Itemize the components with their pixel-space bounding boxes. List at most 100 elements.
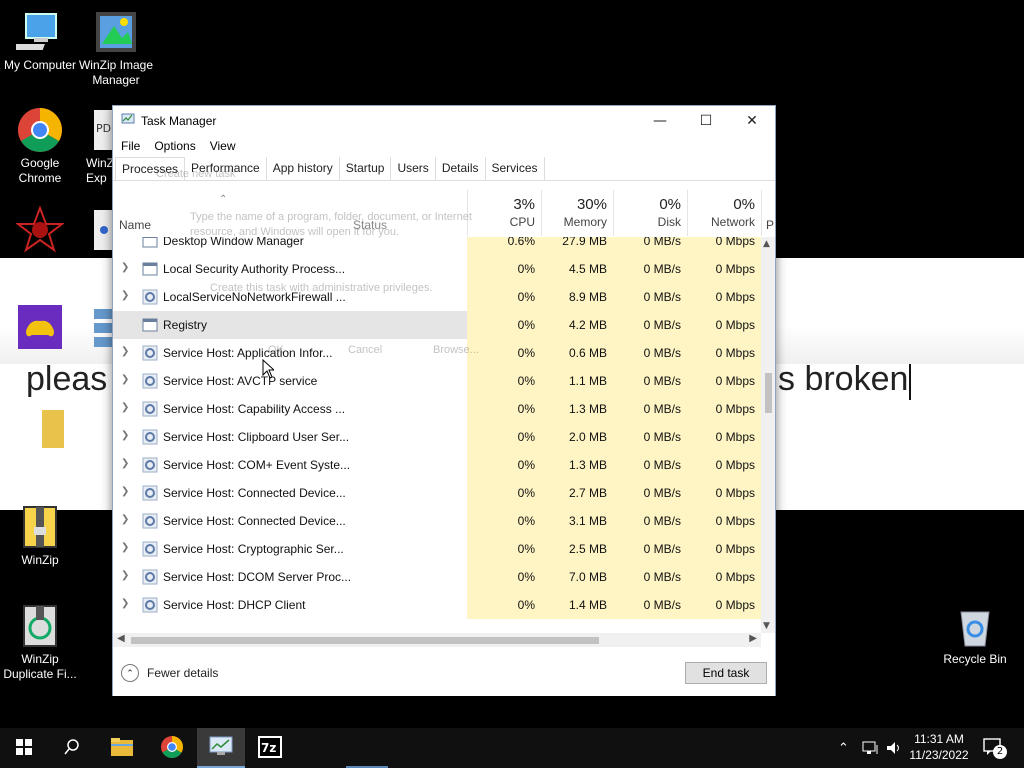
expand-chevron-icon[interactable]: ❯ bbox=[121, 514, 129, 525]
desktop-icon-google-chrome[interactable]: Google Chrome bbox=[0, 106, 80, 186]
expand-chevron-icon[interactable]: ❯ bbox=[121, 542, 129, 553]
expand-chevron-icon[interactable]: ❯ bbox=[121, 374, 129, 385]
menu-file[interactable]: File bbox=[121, 139, 140, 153]
network-icon[interactable] bbox=[862, 728, 880, 768]
expand-chevron-icon[interactable]: ❯ bbox=[121, 598, 129, 609]
expand-chevron-icon[interactable]: ❯ bbox=[121, 458, 129, 469]
close-button[interactable]: ✕ bbox=[729, 106, 775, 135]
search-button[interactable] bbox=[48, 728, 96, 768]
desktop-icon-server[interactable] bbox=[76, 303, 116, 353]
cell-memory: 0.6 MB bbox=[541, 339, 613, 367]
recycle-bin-icon bbox=[951, 602, 999, 650]
header-status[interactable]: Status bbox=[353, 218, 387, 232]
tab-app-history[interactable]: App history bbox=[267, 157, 340, 180]
expand-chevron-icon[interactable]: ❯ bbox=[121, 430, 129, 441]
task-manager-window[interactable]: Task Manager — ☐ ✕ File Options View Pro… bbox=[112, 105, 776, 696]
title-bar[interactable]: Task Manager — ☐ ✕ bbox=[113, 106, 775, 135]
expand-chevron-icon[interactable]: ❯ bbox=[121, 290, 129, 301]
table-row[interactable]: Desktop Window Manager 0.6% 27.9 MB 0 MB/s 0… bbox=[113, 237, 761, 255]
tab-startup[interactable]: Startup bbox=[340, 157, 392, 180]
menu-view[interactable]: View bbox=[210, 139, 236, 153]
menu-options[interactable]: Options bbox=[154, 139, 195, 153]
desktop-icon-winzip[interactable]: WinZip bbox=[0, 503, 80, 568]
notifications-button[interactable]: 2 bbox=[983, 728, 1007, 768]
table-row[interactable]: ❯ Service Host: Capability Access ... 0% 1.… bbox=[113, 395, 761, 423]
taskbar-task-manager[interactable] bbox=[197, 728, 245, 768]
table-row[interactable]: ❯ Service Host: Application Infor... 0% 0.6… bbox=[113, 339, 761, 367]
table-row[interactable]: ❯ Service Host: AVCTP service 0% 1.1 MB 0 MB… bbox=[113, 367, 761, 395]
tray-chevron-icon[interactable]: ⌃ bbox=[838, 728, 849, 768]
desktop-icon-my-computer[interactable]: My Computer bbox=[0, 8, 80, 73]
table-row[interactable]: ❯ Service Host: Connected Device... 0% 3.1 … bbox=[113, 507, 761, 535]
gear-icon bbox=[142, 345, 158, 361]
desktop-icon-recycle-bin[interactable]: Recycle Bin bbox=[935, 602, 1015, 667]
table-row[interactable]: ❯ Service Host: Cryptographic Ser... 0% 2.5… bbox=[113, 535, 761, 563]
scroll-down-icon[interactable]: ▼ bbox=[763, 621, 770, 631]
desktop-icon-game[interactable] bbox=[0, 303, 80, 353]
cell-disk: 0 MB/s bbox=[613, 311, 687, 339]
scroll-right-icon[interactable]: ▶ bbox=[749, 633, 757, 644]
desktop-icon-winzip-duplicate[interactable]: WinZip Duplicate Fi... bbox=[0, 602, 80, 682]
expand-chevron-icon[interactable]: ❯ bbox=[121, 486, 129, 497]
process-name: Desktop Window Manager bbox=[163, 237, 304, 248]
winzip-duplicate-icon bbox=[16, 602, 64, 650]
table-row[interactable]: ❯ LocalServiceNoNetworkFirewall ... 0% 8.9 … bbox=[113, 283, 761, 311]
cell-cpu: 0% bbox=[467, 339, 541, 367]
banner-text-left: pleas bbox=[26, 360, 108, 398]
cell-cpu: 0% bbox=[467, 563, 541, 591]
vertical-scrollbar[interactable]: ▲ ▼ bbox=[761, 237, 775, 633]
table-row[interactable]: ❯ Service Host: DCOM Server Proc... 0% 7.0 … bbox=[113, 563, 761, 591]
taskbar-chrome[interactable] bbox=[148, 728, 196, 768]
scroll-up-icon[interactable]: ▲ bbox=[763, 239, 770, 249]
tab-details[interactable]: Details bbox=[436, 157, 486, 180]
cell-cpu: 0% bbox=[467, 507, 541, 535]
cell-network: 0 Mbps bbox=[687, 423, 761, 451]
vertical-scroll-thumb[interactable] bbox=[765, 373, 772, 413]
table-row[interactable]: ❯ Service Host: COM+ Event Syste... 0% 1.3 … bbox=[113, 451, 761, 479]
cell-memory: 1.3 MB bbox=[541, 395, 613, 423]
desktop-icon-share[interactable] bbox=[76, 206, 116, 256]
expand-chevron-icon[interactable]: ❯ bbox=[121, 402, 129, 413]
window-icon bbox=[142, 317, 158, 333]
maximize-button[interactable]: ☐ bbox=[683, 106, 729, 135]
horizontal-scroll-thumb[interactable] bbox=[131, 637, 599, 644]
desktop-icon-folder[interactable] bbox=[0, 402, 80, 452]
header-cpu[interactable]: 3% CPU bbox=[467, 190, 541, 236]
minimize-button[interactable]: — bbox=[637, 106, 683, 135]
end-task-button[interactable]: End task bbox=[685, 662, 767, 684]
desktop-icon-app[interactable] bbox=[0, 205, 80, 256]
tab-services[interactable]: Services bbox=[486, 157, 545, 180]
tab-users[interactable]: Users bbox=[391, 157, 436, 180]
expand-chevron-icon[interactable]: ❯ bbox=[121, 262, 129, 273]
taskbar-file-explorer[interactable] bbox=[98, 728, 146, 768]
table-row[interactable]: Registry 0% 4.2 MB 0 MB/s 0 Mbps bbox=[113, 311, 761, 339]
header-network[interactable]: 0% Network bbox=[687, 190, 761, 236]
process-name: Registry bbox=[163, 318, 208, 332]
start-button[interactable] bbox=[0, 728, 48, 768]
table-row[interactable]: ❯ Service Host: DHCP Client 0% 1.4 MB 0 MB/s… bbox=[113, 591, 761, 619]
tab-performance[interactable]: Performance bbox=[185, 157, 267, 180]
header-name[interactable]: Name bbox=[119, 218, 151, 232]
cell-cpu: 0% bbox=[467, 591, 541, 619]
footer: ⌃ Fewer details End task bbox=[113, 654, 775, 696]
header-power[interactable]: P bbox=[761, 190, 775, 236]
table-row[interactable]: ❯ Local Security Authority Process... 0% 4.… bbox=[113, 255, 761, 283]
horizontal-scrollbar[interactable]: ◀ ▶ bbox=[113, 633, 761, 647]
fewer-details-button[interactable]: ⌃ Fewer details bbox=[121, 664, 218, 682]
desktop-icon-winzip-image-manager[interactable]: WinZip Image Manager bbox=[76, 8, 156, 88]
banner-text-right: s broken bbox=[778, 360, 909, 398]
expand-chevron-icon[interactable]: ❯ bbox=[121, 346, 129, 357]
scroll-left-icon[interactable]: ◀ bbox=[117, 633, 125, 644]
table-row[interactable]: ❯ Service Host: Clipboard User Ser... 0% 2.… bbox=[113, 423, 761, 451]
header-memory[interactable]: 30% Memory bbox=[541, 190, 613, 236]
process-name: LocalServiceNoNetworkFirewall ... bbox=[163, 290, 346, 304]
expand-chevron-icon[interactable]: ❯ bbox=[121, 570, 129, 581]
taskbar-7zip[interactable]: 7z bbox=[246, 728, 294, 768]
taskbar-clock[interactable]: 11:31 AM 11/23/2022 bbox=[900, 731, 978, 763]
table-row[interactable]: ❯ Service Host: Connected Device... 0% 2.7 … bbox=[113, 479, 761, 507]
header-disk[interactable]: 0% Disk bbox=[613, 190, 687, 236]
process-list[interactable]: Desktop Window Manager 0.6% 27.9 MB 0 MB/s 0… bbox=[113, 237, 761, 633]
cell-cpu: 0% bbox=[467, 395, 541, 423]
tab-processes[interactable]: Processes bbox=[115, 157, 186, 180]
desktop-icon-winzip-exp[interactable]: PD WinZip Exp bbox=[76, 106, 116, 186]
